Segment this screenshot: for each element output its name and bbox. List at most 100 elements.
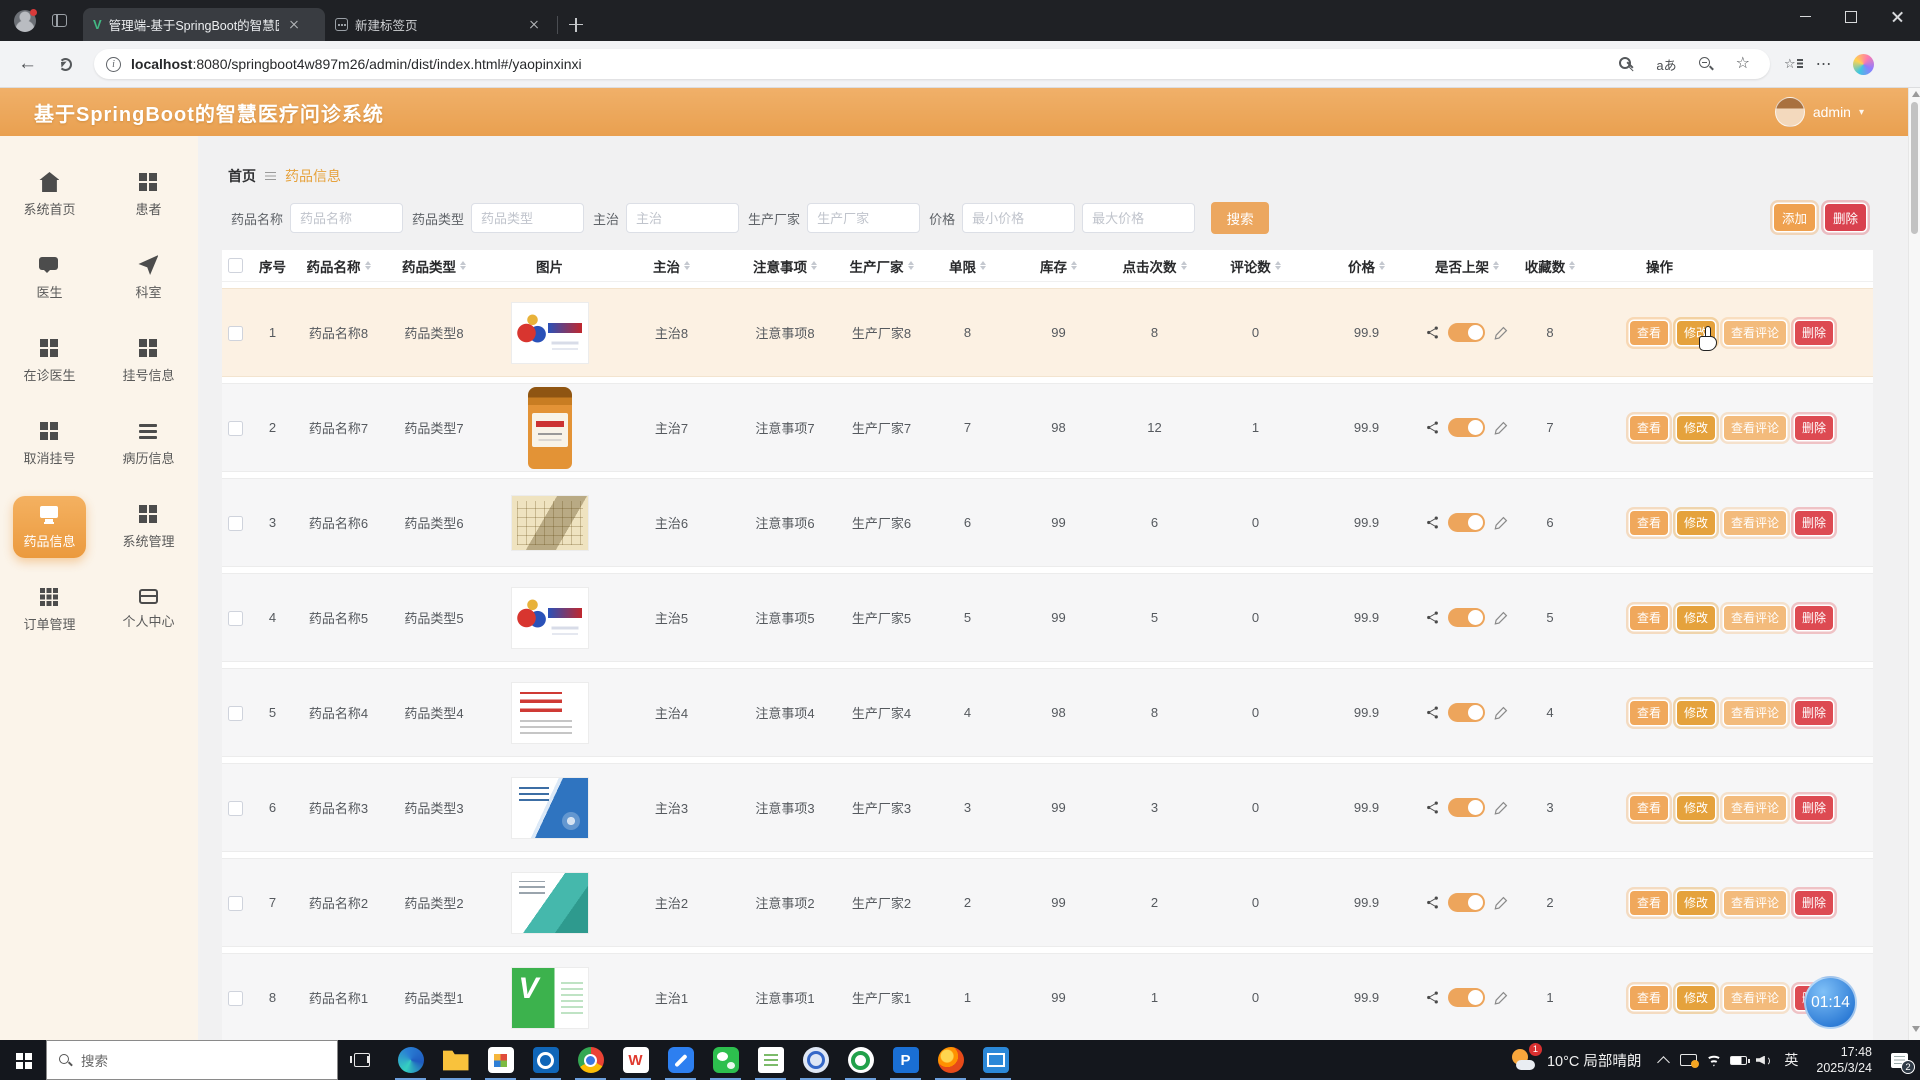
notes-taskbar-icon[interactable]: [748, 1040, 793, 1080]
view-comments-button[interactable]: 查看评论: [1724, 891, 1786, 915]
edit-button[interactable]: 修改: [1677, 606, 1715, 630]
copilot-icon[interactable]: [1853, 54, 1874, 75]
column-header[interactable]: 是否上架: [1424, 256, 1510, 276]
column-header[interactable]: 价格: [1309, 256, 1424, 276]
sort-icon[interactable]: [1275, 258, 1281, 273]
view-comments-button[interactable]: 查看评论: [1724, 511, 1786, 535]
filter-name-input[interactable]: [290, 203, 403, 233]
view-comments-button[interactable]: 查看评论: [1724, 986, 1786, 1010]
delete-button[interactable]: 删除: [1795, 321, 1833, 345]
share-icon[interactable]: [1425, 325, 1440, 340]
column-header[interactable]: 收藏数: [1510, 256, 1590, 276]
outlook-taskbar-icon[interactable]: [523, 1040, 568, 1080]
edit-pencil-icon[interactable]: [1493, 895, 1509, 911]
edit-pencil-icon[interactable]: [1493, 990, 1509, 1006]
volume-icon[interactable]: [1751, 1040, 1776, 1080]
cast-icon[interactable]: [1676, 1040, 1701, 1080]
view-comments-button[interactable]: 查看评论: [1724, 606, 1786, 630]
refresh-button[interactable]: [59, 58, 72, 71]
sidebar-item-在诊医生[interactable]: 在诊医生: [13, 330, 85, 392]
delete-button[interactable]: 删除: [1795, 891, 1833, 915]
sidebar-item-取消挂号[interactable]: 取消挂号: [13, 413, 85, 475]
row-checkbox[interactable]: [228, 421, 243, 436]
sort-icon[interactable]: [908, 258, 914, 273]
sort-icon[interactable]: [1493, 258, 1499, 273]
pen-taskbar-icon[interactable]: [658, 1040, 703, 1080]
view-button[interactable]: 查看: [1630, 986, 1668, 1010]
address-bar[interactable]: i localhost:8080/springboot4w897m26/admi…: [94, 49, 1770, 79]
sort-icon[interactable]: [365, 258, 371, 273]
row-checkbox[interactable]: [228, 611, 243, 626]
sidebar-item-系统管理[interactable]: 系统管理: [112, 496, 184, 558]
delete-button[interactable]: 删除: [1795, 416, 1833, 440]
edge-taskbar-icon[interactable]: [388, 1040, 433, 1080]
window-maximize-button[interactable]: [1828, 0, 1874, 33]
tab-close-icon[interactable]: [287, 18, 301, 32]
edit-button[interactable]: 修改: [1677, 891, 1715, 915]
row-checkbox[interactable]: [228, 516, 243, 531]
edit-pencil-icon[interactable]: [1493, 420, 1509, 436]
task-view-button[interactable]: [342, 1040, 382, 1080]
drug-image[interactable]: [511, 302, 589, 364]
sidebar-item-挂号信息[interactable]: 挂号信息: [112, 330, 184, 392]
column-header[interactable]: 药品类型: [380, 256, 488, 276]
tab-admin[interactable]: V 管理端-基于SpringBoot的智慧医: [83, 8, 325, 41]
new-tab-button[interactable]: [564, 13, 588, 37]
column-header[interactable]: 点击次数: [1107, 256, 1202, 276]
on-shelf-toggle[interactable]: [1448, 988, 1485, 1007]
share-icon[interactable]: [1425, 800, 1440, 815]
explorer-taskbar-icon[interactable]: [433, 1040, 478, 1080]
filter-price-max-input[interactable]: [1082, 203, 1195, 233]
page-scrollbar[interactable]: [1908, 88, 1920, 1040]
browser-profile-avatar[interactable]: [14, 10, 36, 32]
column-header[interactable]: 序号: [248, 256, 297, 276]
sort-icon[interactable]: [684, 258, 690, 273]
window-minimize-button[interactable]: [1782, 0, 1828, 33]
password-icon[interactable]: [1619, 57, 1634, 72]
view-comments-button[interactable]: 查看评论: [1724, 701, 1786, 725]
edit-pencil-icon[interactable]: [1493, 800, 1509, 816]
drug-image[interactable]: [511, 495, 589, 551]
column-header[interactable]: 评论数: [1202, 256, 1309, 276]
row-checkbox[interactable]: [228, 326, 243, 341]
sidebar-item-科室[interactable]: 科室: [125, 247, 171, 309]
edit-pencil-icon[interactable]: [1493, 705, 1509, 721]
sidebar-item-药品信息[interactable]: 药品信息: [13, 496, 85, 558]
on-shelf-toggle[interactable]: [1448, 513, 1485, 532]
column-header[interactable]: 库存: [1010, 256, 1107, 276]
edit-button[interactable]: 修改: [1677, 511, 1715, 535]
taskbar-search[interactable]: 搜索: [46, 1040, 338, 1080]
row-checkbox[interactable]: [228, 706, 243, 721]
wps-taskbar-icon[interactable]: [613, 1040, 658, 1080]
select-all-checkbox[interactable]: [228, 258, 243, 273]
on-shelf-toggle[interactable]: [1448, 323, 1485, 342]
edit-button[interactable]: 修改: [1677, 986, 1715, 1010]
wifi-icon[interactable]: [1701, 1040, 1726, 1080]
row-checkbox[interactable]: [228, 896, 243, 911]
column-header[interactable]: 单限: [925, 256, 1010, 276]
filter-zhuzhi-input[interactable]: [626, 203, 739, 233]
drug-image[interactable]: [511, 777, 589, 839]
input-language[interactable]: 英: [1776, 1050, 1806, 1070]
view-button[interactable]: 查看: [1630, 416, 1668, 440]
view-button[interactable]: 查看: [1630, 511, 1668, 535]
start-button[interactable]: [0, 1040, 46, 1080]
row-checkbox[interactable]: [228, 801, 243, 816]
favorites-bar-icon[interactable]: ☆: [1784, 56, 1796, 72]
sort-icon[interactable]: [460, 258, 466, 273]
pycharm-taskbar-icon[interactable]: [883, 1040, 928, 1080]
edit-pencil-icon[interactable]: [1493, 610, 1509, 626]
chrome-taskbar-icon[interactable]: [568, 1040, 613, 1080]
filter-type-input[interactable]: [471, 203, 584, 233]
delete-button[interactable]: 删除: [1795, 511, 1833, 535]
site-info-icon[interactable]: i: [106, 57, 121, 72]
user-menu[interactable]: admin ▾: [1775, 97, 1864, 127]
store-taskbar-icon[interactable]: [478, 1040, 523, 1080]
view-button[interactable]: 查看: [1630, 796, 1668, 820]
sidebar-item-订单管理[interactable]: 订单管理: [13, 579, 85, 641]
delete-button[interactable]: 删除: [1795, 606, 1833, 630]
screen-recording-timer[interactable]: 01:14: [1804, 976, 1857, 1029]
notification-center-button[interactable]: 2: [1882, 1040, 1916, 1080]
sidebar-item-病历信息[interactable]: 病历信息: [112, 413, 184, 475]
sidebar-item-患者[interactable]: 患者: [125, 164, 171, 226]
